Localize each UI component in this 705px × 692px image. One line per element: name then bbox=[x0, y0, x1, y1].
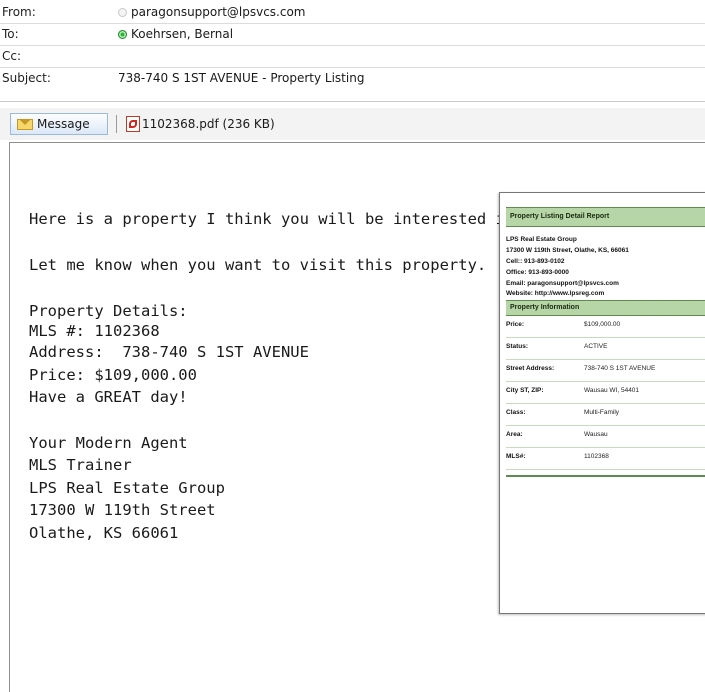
subject-value: 738-740 S 1ST AVENUE - Property Listing bbox=[118, 71, 365, 85]
agency-email: Email: paragonsupport@lpsvcs.com bbox=[506, 280, 619, 287]
from-row: From: paragonsupport@lpsvcs.com bbox=[0, 2, 705, 22]
attachment-label: 1102368.pdf (236 KB) bbox=[142, 117, 275, 131]
detail-address: Address: 738-740 S 1ST AVENUE bbox=[29, 343, 309, 361]
cc-row: Cc: bbox=[0, 46, 705, 66]
info-value: ACTIVE bbox=[584, 343, 608, 350]
info-row: Price: $109,000.00 bbox=[506, 316, 705, 338]
envelope-icon bbox=[17, 118, 33, 130]
from-label: From: bbox=[2, 5, 36, 19]
cc-label: Cc: bbox=[2, 49, 22, 63]
detail-mls: MLS #: 1102368 bbox=[29, 322, 160, 340]
message-tab[interactable]: Message bbox=[10, 113, 108, 135]
pdf-preview[interactable]: Property Listing Detail Report LPS Real … bbox=[499, 192, 705, 614]
attachment-pdf[interactable]: 1102368.pdf (236 KB) bbox=[126, 113, 275, 135]
signature-city: Olathe, KS 66061 bbox=[29, 524, 179, 542]
info-key: Class: bbox=[506, 409, 526, 416]
property-info-section: Property Information bbox=[506, 300, 705, 316]
info-row: Area: Wausau bbox=[506, 426, 705, 448]
agency-office: Office: 913-893-0000 bbox=[506, 269, 569, 276]
message-tab-label: Message bbox=[37, 117, 90, 131]
info-row: Status: ACTIVE bbox=[506, 338, 705, 360]
attachment-bar: Message 1102368.pdf (236 KB) bbox=[0, 108, 705, 140]
info-value: 1102368 bbox=[584, 453, 609, 460]
info-row: Street Address: 738-740 S 1ST AVENUE bbox=[506, 360, 705, 382]
agency-name: LPS Real Estate Group bbox=[506, 236, 577, 243]
signature-company: LPS Real Estate Group bbox=[29, 479, 225, 497]
body-text-line: Let me know when you want to visit this … bbox=[29, 256, 487, 274]
info-key: Status: bbox=[506, 343, 529, 350]
info-value: $109,000.00 bbox=[584, 321, 621, 328]
from-address[interactable]: paragonsupport@lpsvcs.com bbox=[131, 2, 306, 22]
details-heading: Property Details: bbox=[29, 302, 188, 320]
info-value: Multi-Family bbox=[584, 409, 620, 416]
from-value[interactable]: paragonsupport@lpsvcs.com bbox=[118, 2, 306, 22]
body-text-line: Here is a property I think you will be i… bbox=[29, 210, 524, 228]
message-header: From: paragonsupport@lpsvcs.com To: Koeh… bbox=[0, 0, 705, 108]
presence-online-icon bbox=[118, 29, 127, 39]
signature-name: Your Modern Agent bbox=[29, 434, 188, 452]
separator bbox=[116, 115, 117, 133]
subject-label: Subject: bbox=[2, 71, 51, 85]
agency-address: 17300 W 119th Street, Olathe, KS, 66061 bbox=[506, 247, 629, 254]
info-key: Price: bbox=[506, 321, 525, 328]
to-row: To: Koehrsen, Bernal bbox=[0, 24, 705, 44]
agency-cell: Cell:: 913-893-0102 bbox=[506, 258, 565, 265]
section-rule bbox=[506, 475, 705, 477]
to-label: To: bbox=[2, 27, 19, 41]
presence-unknown-icon bbox=[118, 7, 127, 17]
subject-row: Subject: 738-740 S 1ST AVENUE - Property… bbox=[0, 68, 705, 88]
signature-title: MLS Trainer bbox=[29, 456, 132, 474]
info-key: City ST, ZIP: bbox=[506, 387, 544, 394]
divider bbox=[0, 101, 705, 102]
pdf-icon bbox=[126, 116, 140, 132]
agency-website: Website: http://www.lpsreg.com bbox=[506, 290, 605, 297]
info-value: Wausau bbox=[584, 431, 608, 438]
info-row: Class: Multi-Family bbox=[506, 404, 705, 426]
report-title: Property Listing Detail Report bbox=[506, 207, 705, 227]
greeting: Have a GREAT day! bbox=[29, 388, 188, 406]
info-key: Street Address: bbox=[506, 365, 555, 372]
info-key: Area: bbox=[506, 431, 523, 438]
to-recipient[interactable]: Koehrsen, Bernal bbox=[131, 24, 233, 44]
info-value: Wausau WI, 54401 bbox=[584, 387, 640, 394]
info-value: 738-740 S 1ST AVENUE bbox=[584, 365, 656, 372]
info-row: MLS#: 1102368 bbox=[506, 448, 705, 470]
info-row: City ST, ZIP: Wausau WI, 54401 bbox=[506, 382, 705, 404]
detail-price: Price: $109,000.00 bbox=[29, 366, 197, 384]
to-value[interactable]: Koehrsen, Bernal bbox=[118, 24, 233, 44]
info-key: MLS#: bbox=[506, 453, 526, 460]
signature-street: 17300 W 119th Street bbox=[29, 501, 216, 519]
